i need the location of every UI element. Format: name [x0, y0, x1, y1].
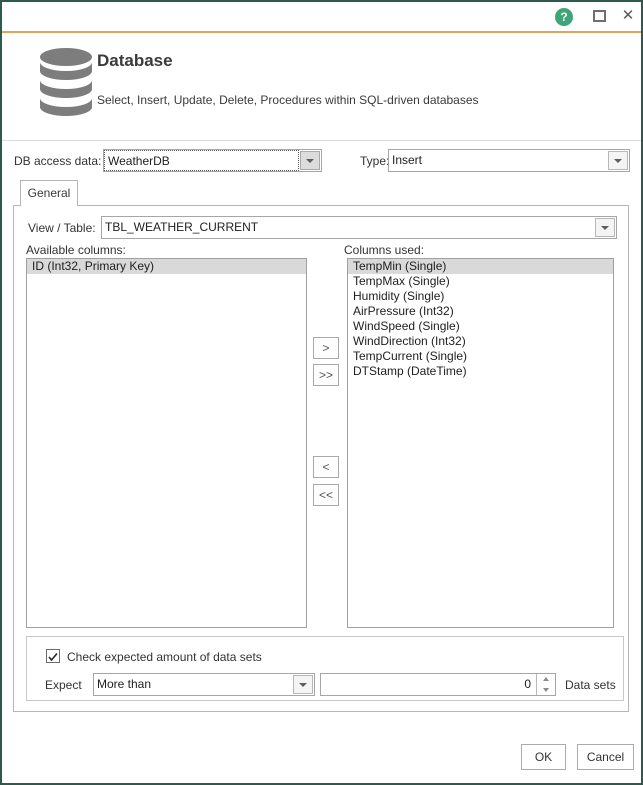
available-columns-list[interactable]: ID (Int32, Primary Key) — [26, 258, 307, 628]
expect-comparison-value: More than — [94, 674, 292, 695]
list-item[interactable]: Humidity (Single) — [348, 289, 613, 304]
data-sets-count-field[interactable]: 0 — [320, 673, 556, 696]
list-item[interactable]: TempCurrent (Single) — [348, 349, 613, 364]
maximize-icon[interactable] — [593, 10, 606, 22]
add-all-columns-button[interactable]: >> — [313, 364, 339, 386]
available-columns-label: Available columns: — [26, 243, 126, 257]
type-label: Type: — [360, 154, 389, 168]
db-access-combo[interactable]: WeatherDB — [103, 149, 322, 172]
header-divider — [2, 140, 641, 141]
page-subtitle: Select, Insert, Update, Delete, Procedur… — [97, 93, 479, 107]
type-combo[interactable]: Insert — [388, 149, 630, 172]
check-expected-label: Check expected amount of data sets — [67, 650, 262, 664]
view-table-value: TBL_WEATHER_CURRENT — [102, 217, 594, 238]
chevron-up-icon — [543, 677, 549, 681]
list-item[interactable]: WindSpeed (Single) — [348, 319, 613, 334]
chevron-down-icon — [299, 683, 307, 687]
data-sets-label: Data sets — [565, 678, 616, 692]
add-column-button[interactable]: > — [313, 337, 339, 359]
expect-label: Expect — [45, 678, 82, 692]
list-item[interactable]: DTStamp (DateTime) — [348, 364, 613, 379]
spinner-down-button[interactable] — [537, 685, 555, 696]
db-access-dropdown-arrow[interactable] — [300, 151, 320, 170]
spinner — [536, 674, 555, 695]
list-item[interactable]: AirPressure (Int32) — [348, 304, 613, 319]
db-access-label: DB access data: — [14, 154, 101, 168]
expect-dropdown-arrow[interactable] — [293, 675, 313, 694]
tab-general[interactable]: General — [20, 180, 78, 206]
list-item[interactable]: TempMin (Single) — [348, 259, 613, 274]
expect-comparison-combo[interactable]: More than — [93, 673, 315, 696]
titlebar: ? ✕ — [2, 2, 641, 31]
accent-line — [2, 31, 641, 33]
chevron-down-icon — [601, 226, 609, 230]
database-dialog: ? ✕ Database Select, Insert, Update, Del… — [0, 0, 643, 785]
type-value: Insert — [389, 150, 607, 171]
view-table-label: View / Table: — [28, 221, 96, 235]
chevron-down-icon — [306, 159, 314, 163]
checkmark-icon — [47, 651, 59, 663]
page-title: Database — [97, 51, 173, 71]
cancel-button[interactable]: Cancel — [577, 744, 634, 770]
view-table-combo[interactable]: TBL_WEATHER_CURRENT — [101, 216, 617, 239]
tab-page-general: View / Table: TBL_WEATHER_CURRENT Availa… — [13, 205, 629, 712]
data-sets-count-value: 0 — [321, 674, 536, 695]
list-item[interactable]: ID (Int32, Primary Key) — [27, 259, 306, 274]
list-item[interactable]: WindDirection (Int32) — [348, 334, 613, 349]
remove-column-button[interactable]: < — [313, 456, 339, 478]
help-icon[interactable]: ? — [555, 8, 573, 26]
check-expected-checkbox[interactable] — [46, 649, 60, 663]
db-access-value: WeatherDB — [104, 150, 299, 171]
remove-all-columns-button[interactable]: << — [313, 484, 339, 506]
type-dropdown-arrow[interactable] — [608, 151, 628, 170]
columns-used-label: Columns used: — [344, 243, 424, 257]
chevron-down-icon — [614, 159, 622, 163]
list-item[interactable]: TempMax (Single) — [348, 274, 613, 289]
spinner-up-button[interactable] — [537, 674, 555, 685]
chevron-down-icon — [543, 688, 549, 692]
ok-button[interactable]: OK — [521, 744, 566, 770]
close-icon[interactable]: ✕ — [619, 6, 637, 26]
expected-group: Check expected amount of data sets Expec… — [26, 636, 624, 701]
database-icon — [38, 47, 94, 123]
view-table-dropdown-arrow[interactable] — [595, 218, 615, 237]
columns-used-list[interactable]: TempMin (Single)TempMax (Single)Humidity… — [347, 258, 614, 628]
